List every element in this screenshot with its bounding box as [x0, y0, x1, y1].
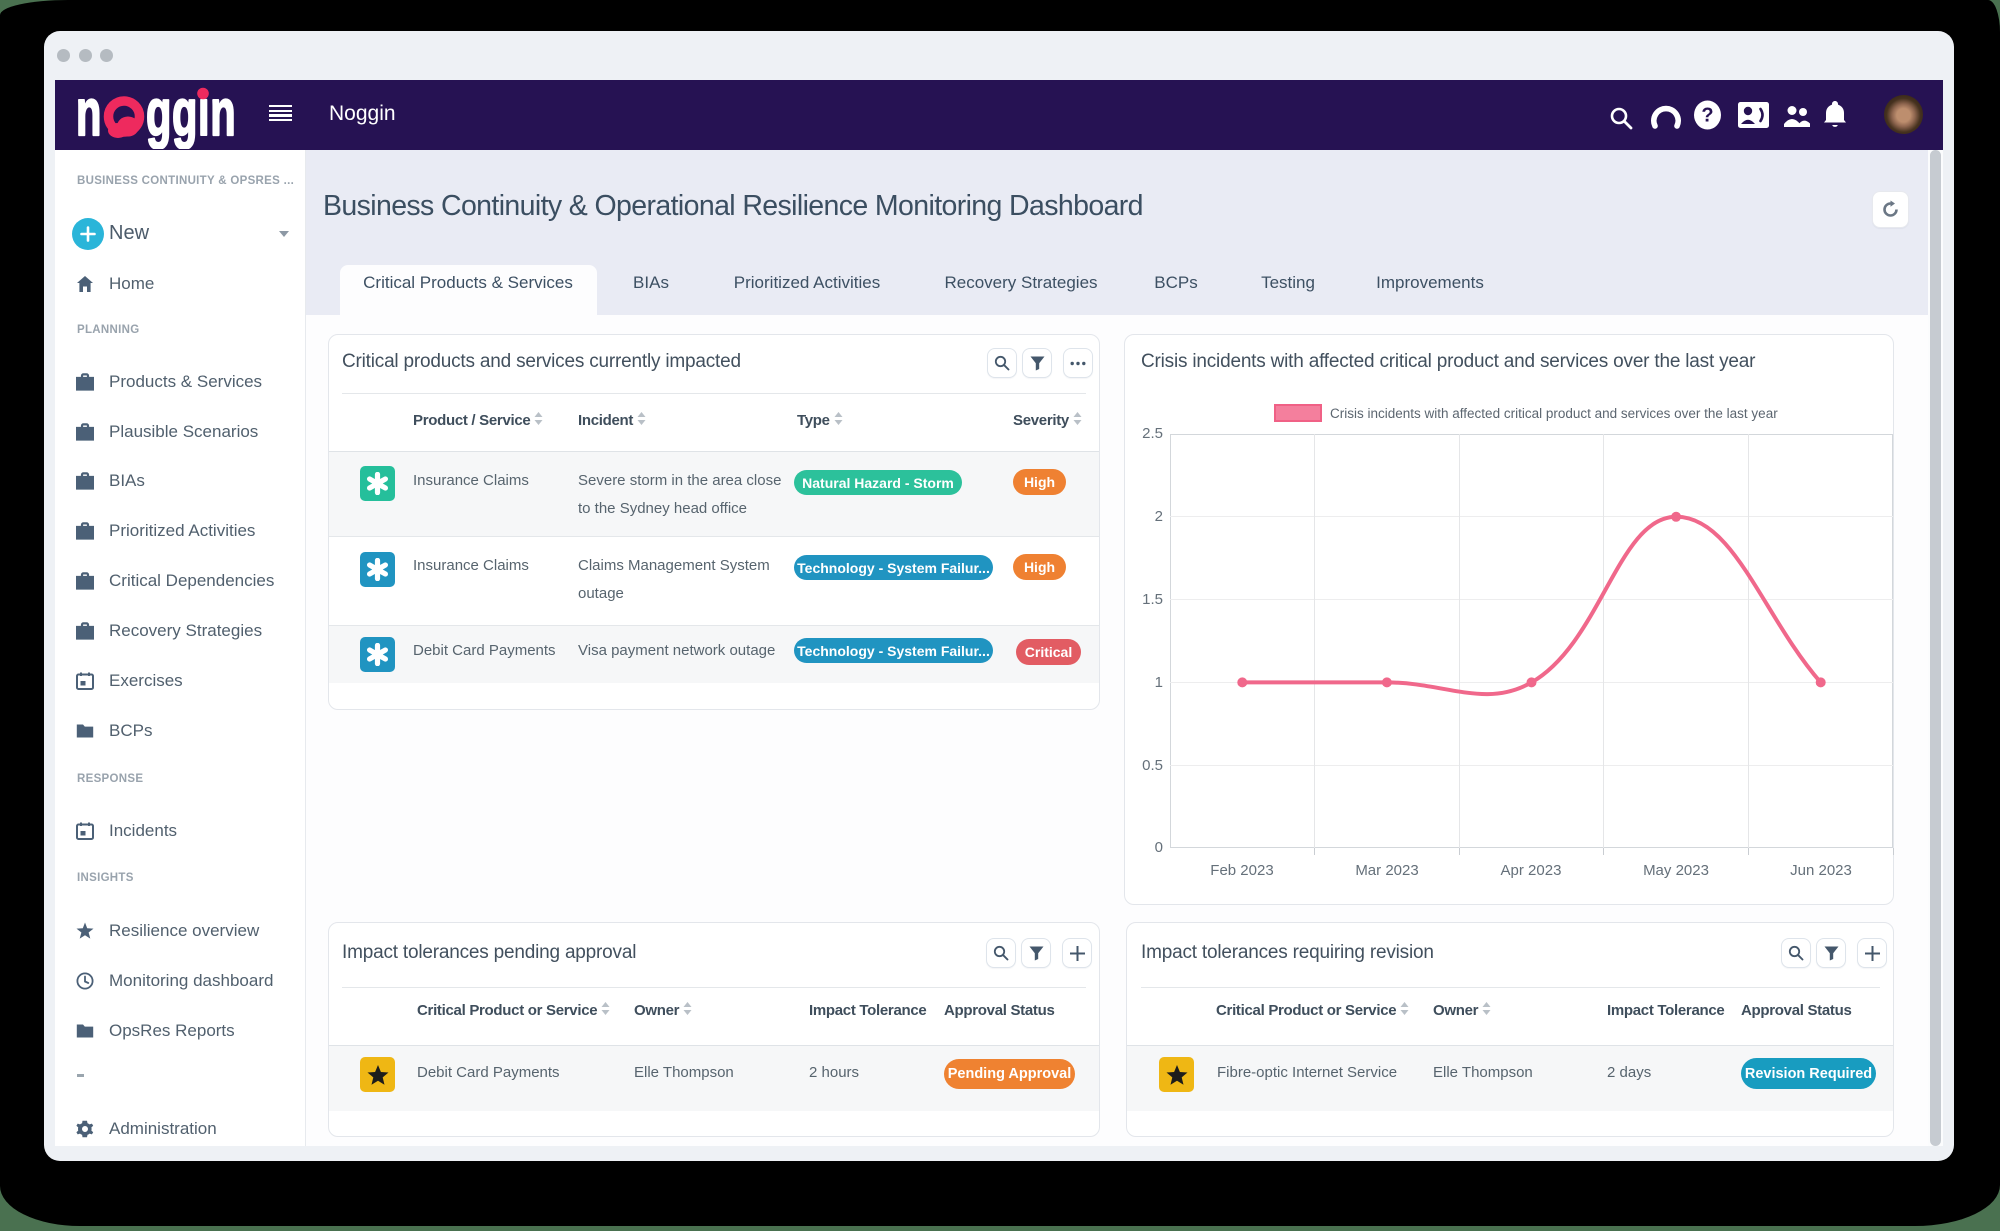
svg-text:n: n	[76, 80, 101, 149]
svg-text:?: ?	[1701, 105, 1713, 127]
svg-text:ggin: ggin	[146, 80, 236, 149]
